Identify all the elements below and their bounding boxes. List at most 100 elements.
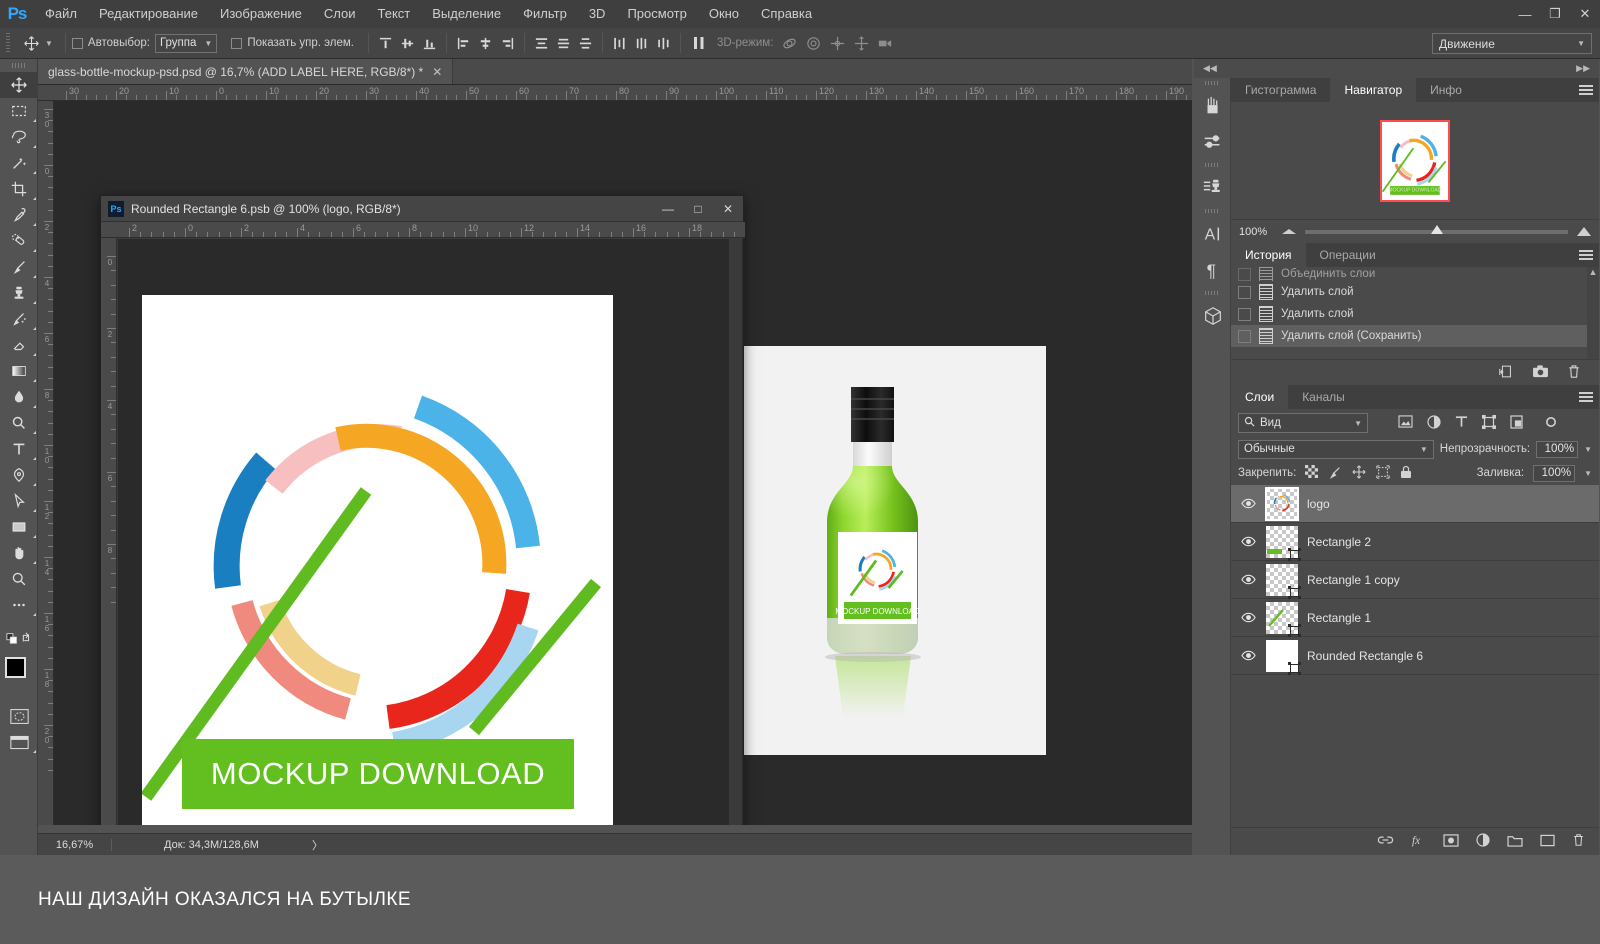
- collapse-right-icon[interactable]: ▶▶: [1576, 63, 1590, 74]
- child-window-titlebar[interactable]: Ps Rounded Rectangle 6.psb @ 100% (logo,…: [101, 196, 743, 222]
- slider-knob[interactable]: [1431, 224, 1444, 234]
- active-tool-preset[interactable]: ▼: [17, 31, 59, 55]
- opacity-value[interactable]: 100%: [1536, 440, 1579, 458]
- screen-mode-toggle[interactable]: [0, 729, 38, 755]
- tool-healing-brush[interactable]: [0, 228, 38, 254]
- tool-lasso[interactable]: [0, 124, 38, 150]
- distribute-left-edges-icon[interactable]: [609, 33, 630, 54]
- tool-clone-stamp[interactable]: [0, 280, 38, 306]
- panel-menu-icon[interactable]: [1579, 385, 1593, 409]
- layer-row-logo[interactable]: logo: [1231, 485, 1599, 523]
- menu-item-filter[interactable]: Фильтр: [512, 0, 578, 28]
- tool-rectangle-shape[interactable]: [0, 514, 38, 540]
- brush-settings-panel-icon[interactable]: [1194, 124, 1231, 160]
- layer-thumbnail[interactable]: [1265, 486, 1299, 521]
- autoselect-checkbox[interactable]: Автовыбор:: [71, 37, 150, 49]
- eye-icon[interactable]: [1239, 536, 1257, 547]
- autoselect-scope-select[interactable]: Группа ▼: [154, 33, 218, 53]
- history-snapshot-box[interactable]: [1238, 267, 1251, 281]
- navigator-zoom-slider[interactable]: [1305, 224, 1568, 234]
- menu-item-3d[interactable]: 3D: [578, 0, 617, 28]
- tool-gradient[interactable]: [0, 358, 38, 384]
- history-snapshot-box[interactable]: [1238, 329, 1251, 343]
- minimize-icon[interactable]: —: [653, 196, 683, 222]
- tab-actions[interactable]: Операции: [1306, 243, 1390, 267]
- eye-icon[interactable]: [1239, 498, 1257, 509]
- navigator-zoom-value[interactable]: 100%: [1239, 226, 1267, 238]
- new-snapshot-icon[interactable]: [1532, 364, 1549, 381]
- menu-item-window[interactable]: Окно: [698, 0, 750, 28]
- strip-grip[interactable]: [1194, 288, 1230, 298]
- adjustment-layer-icon[interactable]: [1476, 833, 1490, 850]
- menu-item-help[interactable]: Справка: [750, 0, 823, 28]
- color-swatches[interactable]: [0, 655, 38, 697]
- layer-row-rectangle-1[interactable]: Rectangle 1: [1231, 599, 1599, 637]
- chevron-down-icon[interactable]: ▼: [1584, 445, 1592, 454]
- clone-source-panel-icon[interactable]: [1194, 170, 1231, 206]
- chevron-down-icon[interactable]: ▼: [1584, 469, 1592, 478]
- close-icon[interactable]: ✕: [1570, 0, 1600, 28]
- layer-thumbnail[interactable]: [1266, 601, 1301, 637]
- history-row-selected[interactable]: Удалить слой (Сохранить): [1231, 325, 1599, 347]
- align-top-edges-icon[interactable]: [375, 33, 396, 54]
- shape-filter-icon[interactable]: [1482, 414, 1497, 432]
- tab-navigator[interactable]: Навигатор: [1330, 78, 1417, 102]
- distribute-right-edges-icon[interactable]: [653, 33, 674, 54]
- menu-item-file[interactable]: Файл: [34, 0, 88, 28]
- maximize-icon[interactable]: □: [683, 196, 713, 222]
- 3d-panel-icon[interactable]: [1194, 298, 1231, 334]
- strip-grip[interactable]: [1194, 206, 1230, 216]
- zoom-in-icon[interactable]: [1577, 227, 1591, 236]
- layer-thumbnail[interactable]: [1266, 563, 1301, 599]
- align-horizontal-centers-icon[interactable]: [475, 33, 496, 54]
- status-arrow-icon[interactable]: 〉: [312, 837, 323, 853]
- type-filter-icon[interactable]: [1455, 415, 1468, 431]
- checkbox-box[interactable]: [71, 37, 83, 49]
- distribute-top-edges-icon[interactable]: [531, 33, 552, 54]
- layer-mask-icon[interactable]: [1443, 833, 1459, 850]
- tool-path-selection[interactable]: [0, 488, 38, 514]
- history-list[interactable]: Объединить слои Удалить слой Удалить сло…: [1231, 267, 1599, 359]
- delete-layer-icon[interactable]: [1572, 833, 1585, 850]
- tool-magic-wand[interactable]: [0, 150, 38, 176]
- options-bar-grip[interactable]: [4, 32, 13, 54]
- layer-style-fx-icon[interactable]: fx: [1411, 833, 1426, 850]
- tool-zoom[interactable]: [0, 566, 38, 592]
- align-left-edges-icon[interactable]: [453, 33, 474, 54]
- tool-dodge[interactable]: [0, 410, 38, 436]
- tool-rectangular-marquee[interactable]: [0, 98, 38, 124]
- menu-item-view[interactable]: Просмотр: [616, 0, 697, 28]
- pixel-filter-icon[interactable]: [1398, 415, 1413, 431]
- tool-hand[interactable]: [0, 540, 38, 566]
- history-row[interactable]: Удалить слой: [1231, 281, 1599, 303]
- history-row[interactable]: Объединить слои: [1231, 267, 1599, 281]
- vertical-ruler[interactable]: 3002468101214161820: [38, 101, 54, 825]
- eye-icon[interactable]: [1239, 574, 1257, 585]
- layer-row-rounded-rectangle-6[interactable]: Rounded Rectangle 6: [1231, 637, 1599, 675]
- mockup-download-button[interactable]: MOCKUP DOWNLOAD: [182, 739, 574, 809]
- character-panel-icon[interactable]: A: [1194, 216, 1231, 252]
- filter-toggle-icon[interactable]: [1545, 416, 1557, 431]
- fill-value[interactable]: 100%: [1533, 464, 1576, 482]
- child-vertical-scrollbar[interactable]: [729, 239, 742, 825]
- layer-row-rectangle-2[interactable]: Rectangle 2: [1231, 523, 1599, 561]
- navigator-preview[interactable]: MOCKUP DOWNLOAD: [1231, 102, 1599, 219]
- navigator-thumbnail[interactable]: MOCKUP DOWNLOAD: [1380, 119, 1450, 202]
- distribute-vertical-centers-icon[interactable]: [553, 33, 574, 54]
- 3d-slide-icon[interactable]: [851, 33, 872, 54]
- eye-icon[interactable]: [1239, 650, 1257, 661]
- default-colors-and-swap[interactable]: [0, 625, 38, 651]
- history-scrollbar[interactable]: ▲: [1587, 267, 1599, 359]
- close-icon[interactable]: ✕: [432, 65, 442, 79]
- horizontal-ruler[interactable]: 30 20 10 0 10 20 30 40 50 60 70 80 90 100 110 120 130 140…: [38, 85, 1192, 101]
- menu-item-select[interactable]: Выделение: [421, 0, 512, 28]
- 3d-roll-icon[interactable]: [803, 33, 824, 54]
- tab-layers[interactable]: Слои: [1231, 385, 1289, 409]
- panel-menu-icon[interactable]: [1579, 243, 1593, 267]
- tool-history-brush[interactable]: [0, 306, 38, 332]
- child-horizontal-ruler[interactable]: 2 0 2 4 6 8 10 12 14 16 18: [101, 222, 745, 238]
- adjustment-filter-icon[interactable]: [1427, 414, 1441, 432]
- tool-eyedropper[interactable]: [0, 202, 38, 228]
- child-vertical-ruler[interactable]: 02468: [101, 238, 117, 825]
- minimize-icon[interactable]: —: [1510, 0, 1540, 28]
